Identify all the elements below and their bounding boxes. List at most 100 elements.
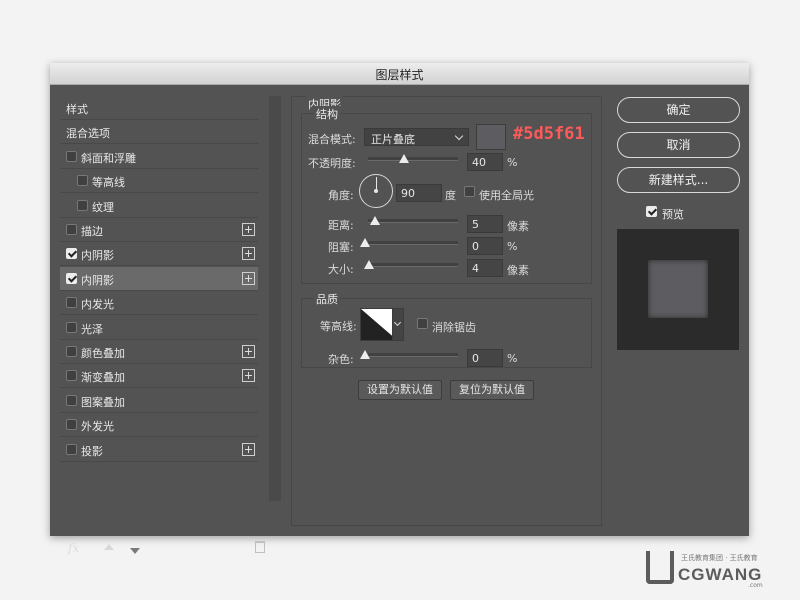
- ok-button[interactable]: 确定: [617, 97, 740, 123]
- style-item[interactable]: 颜色叠加: [60, 340, 258, 364]
- chevron-down-icon: [393, 318, 402, 327]
- style-item[interactable]: 等高线: [60, 169, 258, 194]
- style-checkbox[interactable]: [66, 394, 77, 406]
- style-item[interactable]: 内阴影: [60, 266, 258, 291]
- style-checkbox[interactable]: [66, 150, 77, 162]
- cancel-button[interactable]: 取消: [617, 132, 740, 158]
- style-checkbox[interactable]: [66, 224, 77, 235]
- angle-unit: 度: [445, 189, 456, 202]
- choke-label: 阻塞:: [328, 241, 354, 254]
- opacity-label: 不透明度:: [308, 157, 356, 170]
- size-slider-track[interactable]: [368, 263, 458, 267]
- style-item[interactable]: 内发光: [60, 291, 258, 316]
- distance-slider-track[interactable]: [368, 219, 458, 223]
- chevron-down-icon: [454, 131, 464, 141]
- anti-alias-checkbox[interactable]: [417, 318, 428, 329]
- add-effect-icon[interactable]: [242, 223, 255, 236]
- style-item[interactable]: 斜面和浮雕: [60, 145, 258, 169]
- noise-slider-knob[interactable]: [360, 350, 370, 359]
- opacity-value: 40: [472, 156, 486, 169]
- add-effect-icon[interactable]: [242, 247, 255, 261]
- styles-list-scrollbar[interactable]: [269, 96, 281, 501]
- choke-slider-track[interactable]: [368, 241, 458, 245]
- contour-label: 等高线:: [320, 320, 357, 333]
- choke-field[interactable]: 0: [467, 237, 503, 255]
- style-item[interactable]: 投影: [60, 438, 258, 462]
- size-value: 4: [472, 262, 479, 275]
- choke-value: 0: [472, 240, 479, 253]
- style-item-label: 等高线: [92, 176, 125, 190]
- watermark-domain: .com: [748, 582, 763, 589]
- quality-title: 品质: [314, 291, 340, 307]
- noise-field[interactable]: 0: [467, 349, 503, 367]
- styles-list-panel: 样式 混合选项 斜面和浮雕 等高线 纹理 描边 内阴影 内阴影 内发光 光泽 颜色叠加 渐变叠加 图案叠…: [60, 96, 281, 555]
- style-item[interactable]: 样式: [60, 96, 258, 120]
- blend-mode-select[interactable]: 正片叠底: [364, 128, 469, 146]
- style-checkbox[interactable]: [77, 199, 88, 211]
- title-bar[interactable]: 图层样式: [50, 63, 749, 85]
- choke-slider-knob[interactable]: [360, 238, 370, 247]
- style-item[interactable]: 内阴影: [60, 242, 258, 267]
- watermark-tagline: 王氏教育集团 · 王氏教育: [681, 554, 758, 562]
- style-checkbox[interactable]: [66, 321, 77, 333]
- distance-slider-knob[interactable]: [370, 216, 380, 225]
- watermark-logo: 王氏教育集团 · 王氏教育 CGWANG .com: [646, 551, 776, 589]
- fx-icon[interactable]: fx: [68, 541, 79, 555]
- style-item[interactable]: 渐变叠加: [60, 364, 258, 389]
- style-checkbox[interactable]: [66, 443, 77, 455]
- style-item-label: 渐变叠加: [81, 371, 125, 385]
- size-field[interactable]: 4: [467, 259, 503, 277]
- style-item-label: 斜面和浮雕: [81, 151, 136, 165]
- noise-slider-track[interactable]: [368, 353, 458, 357]
- color-hex-annotation: #5d5f61: [513, 124, 585, 144]
- size-slider-knob[interactable]: [364, 260, 374, 269]
- preview-checkbox[interactable]: [646, 206, 657, 217]
- move-down-icon[interactable]: [130, 548, 140, 554]
- style-checkbox[interactable]: [66, 248, 77, 260]
- style-item-label: 内阴影: [81, 249, 114, 263]
- add-effect-icon[interactable]: [242, 271, 255, 285]
- style-item[interactable]: 混合选项: [60, 120, 258, 145]
- move-up-icon[interactable]: [104, 544, 114, 550]
- style-item-label: 混合选项: [66, 127, 110, 141]
- style-item[interactable]: 纹理: [60, 194, 258, 218]
- opacity-slider-track[interactable]: [368, 157, 458, 161]
- contour-dropdown[interactable]: [392, 308, 404, 341]
- style-checkbox[interactable]: [77, 175, 88, 187]
- style-item[interactable]: 图案叠加: [60, 389, 258, 413]
- opacity-slider-knob[interactable]: [399, 154, 409, 163]
- noise-value: 0: [472, 352, 479, 365]
- distance-unit: 像素: [507, 220, 529, 233]
- inner-shadow-settings: 内阴影 结构 混合模式: 正片叠底 #5d5f61 不透明度: 40 % 角度:…: [291, 96, 602, 526]
- style-item[interactable]: 外发光: [60, 413, 258, 438]
- set-default-button[interactable]: 设置为默认值: [358, 380, 442, 400]
- dialog-title: 图层样式: [375, 68, 424, 82]
- angle-dial[interactable]: [359, 174, 393, 208]
- distance-field[interactable]: 5: [467, 215, 503, 233]
- shadow-color-swatch[interactable]: [476, 124, 506, 150]
- style-item-label: 样式: [66, 103, 88, 116]
- style-checkbox[interactable]: [66, 419, 77, 431]
- style-checkbox[interactable]: [66, 346, 77, 357]
- opacity-field[interactable]: 40: [467, 153, 503, 171]
- anti-alias-label: 消除锯齿: [432, 321, 476, 334]
- distance-value: 5: [472, 218, 479, 231]
- distance-label: 距离:: [328, 219, 354, 232]
- style-item[interactable]: 描边: [60, 218, 258, 242]
- style-checkbox[interactable]: [66, 272, 77, 284]
- add-effect-icon[interactable]: [242, 345, 255, 358]
- global-light-checkbox[interactable]: [464, 186, 475, 197]
- add-effect-icon[interactable]: [242, 442, 255, 456]
- style-item[interactable]: 光泽: [60, 316, 258, 340]
- style-checkbox[interactable]: [66, 370, 77, 382]
- trash-icon[interactable]: [255, 541, 265, 553]
- new-style-button[interactable]: 新建样式...: [617, 167, 740, 193]
- blend-mode-label: 混合模式:: [308, 133, 356, 146]
- logo-mark-icon: [646, 551, 674, 584]
- style-item-label: 描边: [81, 225, 103, 238]
- reset-default-button[interactable]: 复位为默认值: [450, 380, 534, 400]
- angle-field[interactable]: 90: [396, 184, 442, 202]
- angle-label: 角度:: [328, 189, 354, 202]
- style-checkbox[interactable]: [66, 297, 77, 309]
- add-effect-icon[interactable]: [242, 369, 255, 383]
